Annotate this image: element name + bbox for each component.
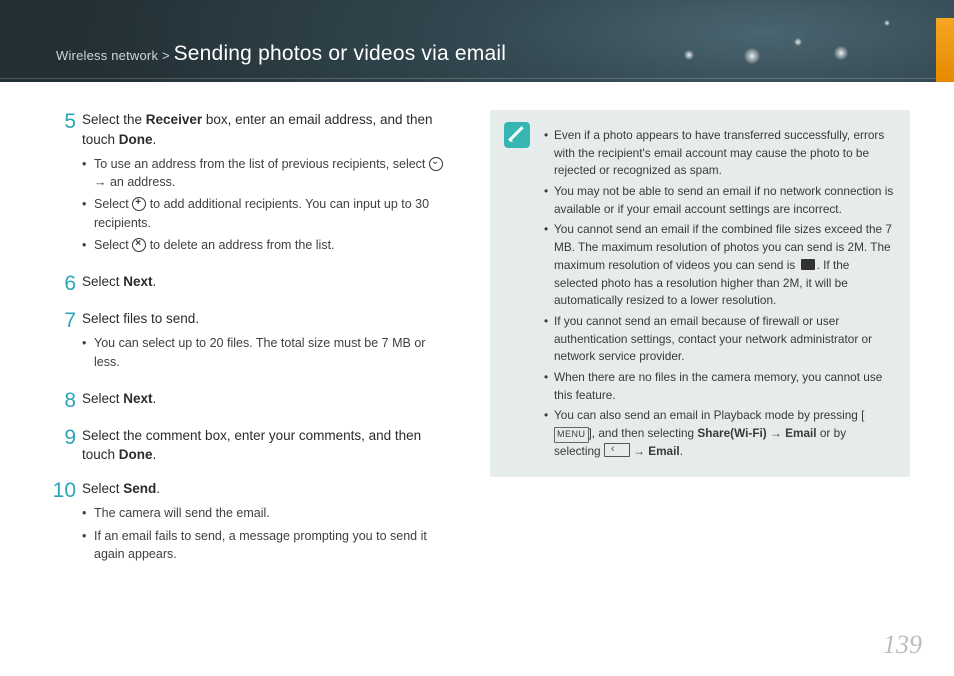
step-number: 7: [50, 309, 82, 375]
thumbnail-icon: [801, 259, 815, 270]
share-button-icon: [604, 443, 630, 457]
note-item: You may not be able to send an email if …: [544, 183, 894, 218]
note-box: Even if a photo appears to have transfer…: [490, 110, 910, 477]
step-10: 10 Select Send. The camera will send the…: [50, 479, 450, 567]
note-icon: [504, 122, 530, 148]
step-7-bullet-1: You can select up to 20 files. The total…: [82, 334, 450, 370]
step-6: 6 Select Next.: [50, 272, 450, 295]
step-10-bullet-2: If an email fails to send, a message pro…: [82, 527, 450, 563]
step-number: 10: [50, 479, 82, 567]
section-tab: [936, 18, 954, 82]
step-number: 8: [50, 389, 82, 412]
step-5-bullet-2: Select to add additional recipients. You…: [82, 195, 450, 231]
step-10-bullet-1: The camera will send the email.: [82, 504, 450, 522]
step-number: 6: [50, 272, 82, 295]
dropdown-icon: [429, 157, 443, 171]
menu-button-icon: MENU: [554, 427, 589, 443]
step-5-bullet-3: Select to delete an address from the lis…: [82, 236, 450, 254]
steps-column: 5 Select the Receiver box, enter an emai…: [50, 110, 450, 581]
step-9: 9 Select the comment box, enter your com…: [50, 426, 450, 465]
step-5: 5 Select the Receiver box, enter an emai…: [50, 110, 450, 258]
step-8: 8 Select Next.: [50, 389, 450, 412]
note-item: You cannot send an email if the combined…: [544, 221, 894, 309]
breadcrumb: Wireless network > Sending photos or vid…: [56, 42, 506, 66]
header-sparkles: [674, 10, 934, 80]
note-item: When there are no files in the camera me…: [544, 369, 894, 404]
step-7: 7 Select files to send. You can select u…: [50, 309, 450, 375]
remove-icon: [132, 238, 146, 252]
add-icon: [132, 197, 146, 211]
page-number: 139: [883, 630, 922, 660]
note-item: If you cannot send an email because of f…: [544, 313, 894, 366]
breadcrumb-prefix: Wireless network >: [56, 48, 174, 63]
note-item: Even if a photo appears to have transfer…: [544, 127, 894, 180]
notes-column: Even if a photo appears to have transfer…: [490, 110, 910, 581]
step-number: 9: [50, 426, 82, 465]
note-item: You can also send an email in Playback m…: [544, 407, 894, 460]
page-title: Sending photos or videos via email: [174, 42, 507, 65]
page-header: Wireless network > Sending photos or vid…: [0, 0, 954, 82]
step-number: 5: [50, 110, 82, 258]
step-5-bullet-1: To use an address from the list of previ…: [82, 155, 450, 191]
